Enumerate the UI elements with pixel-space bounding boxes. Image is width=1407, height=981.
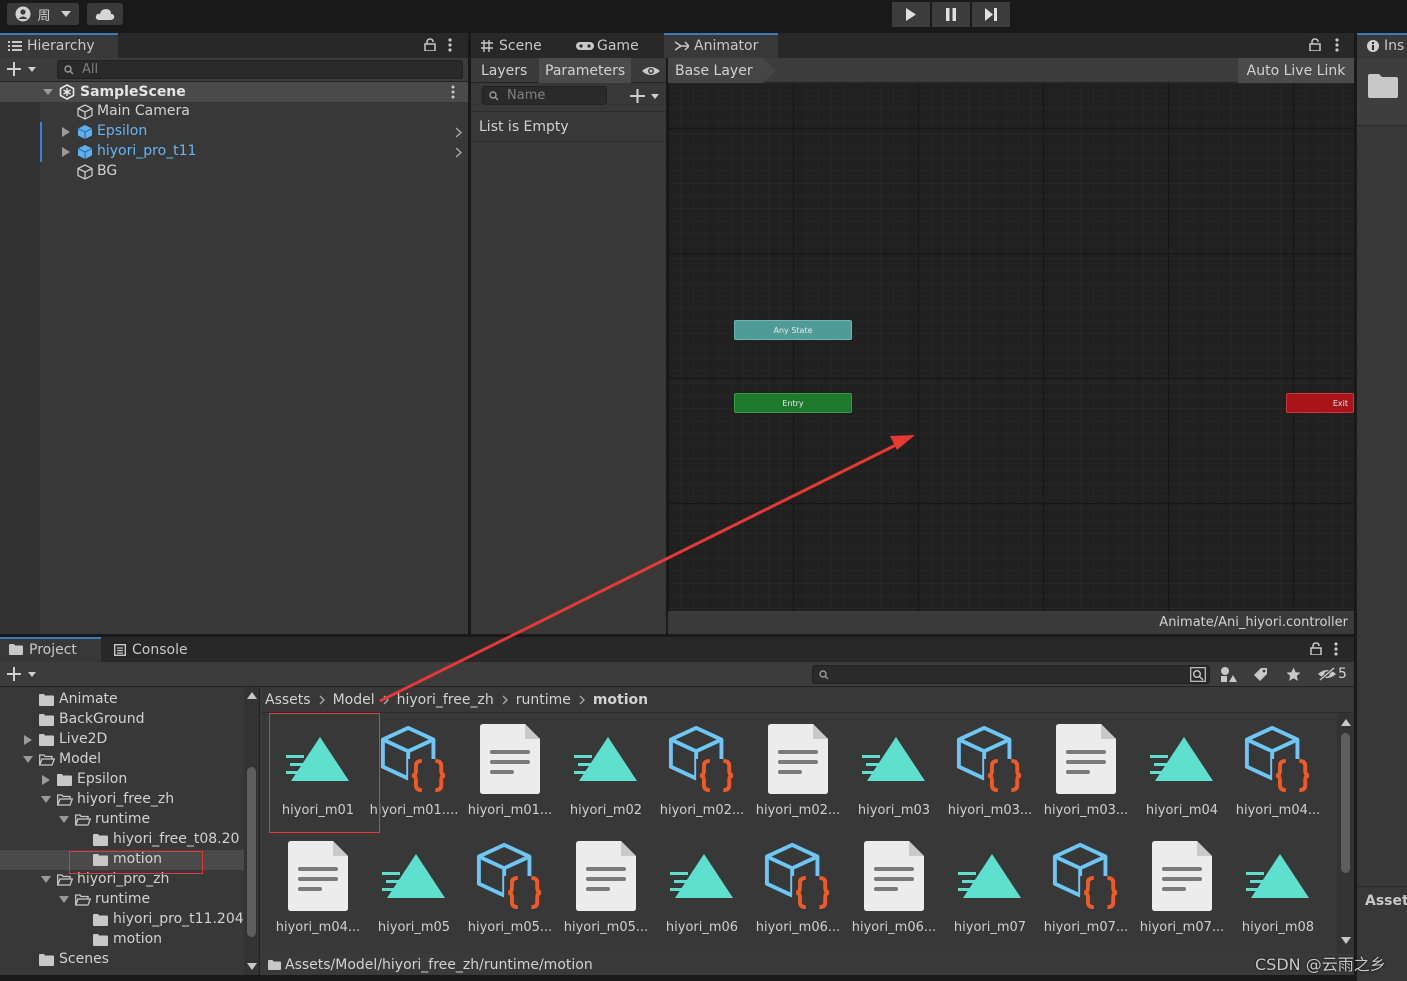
annotation-arrow <box>379 435 915 703</box>
watermark: CSDN @云雨之乡 <box>1255 955 1386 974</box>
